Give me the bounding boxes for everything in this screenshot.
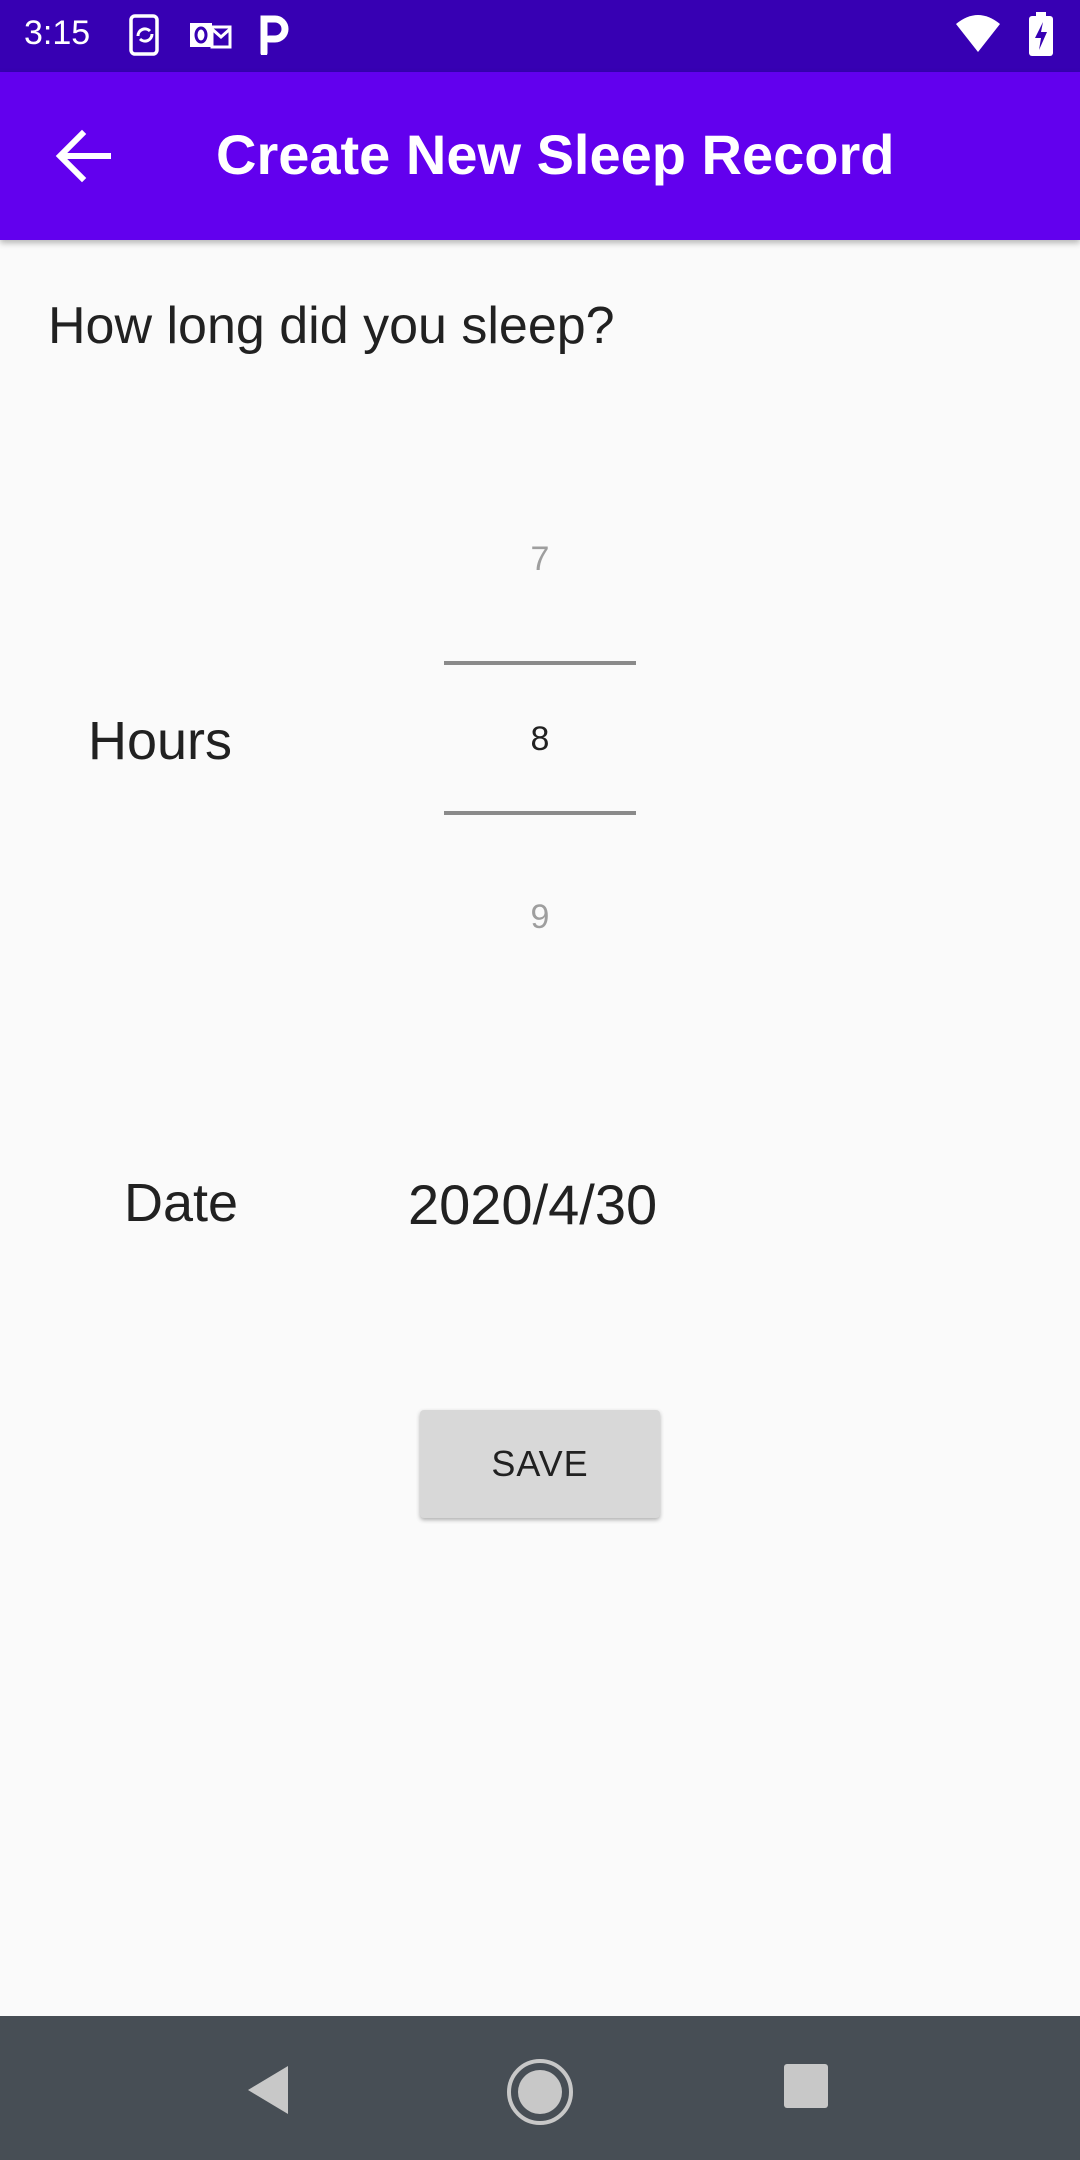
status-bar: 3:15 [0, 0, 1080, 72]
nav-back-icon[interactable] [240, 2060, 300, 2120]
picker-selected-value[interactable]: 8 [444, 720, 636, 759]
save-button[interactable]: SAVE [420, 1410, 660, 1518]
hours-number-picker[interactable]: 7 8 9 [444, 520, 636, 940]
nav-home-icon[interactable] [504, 2056, 576, 2128]
picker-divider-top [444, 661, 636, 665]
status-icons-right [954, 12, 1054, 61]
picker-previous-value[interactable]: 7 [444, 540, 636, 579]
phone-sync-icon [128, 14, 162, 61]
status-icons-left [128, 14, 290, 61]
arrow-back-icon[interactable] [46, 116, 126, 196]
status-time: 3:15 [24, 14, 91, 52]
hours-label: Hours [88, 711, 233, 771]
parking-icon [258, 15, 290, 60]
picker-next-value[interactable]: 9 [444, 898, 636, 937]
navigation-bar [0, 2016, 1080, 2160]
sleep-question: How long did you sleep? [48, 297, 615, 355]
wifi-icon [954, 14, 1002, 59]
date-value[interactable]: 2020/4/30 [408, 1172, 657, 1237]
date-label: Date [124, 1173, 239, 1233]
page-title: Create New Sleep Record [216, 123, 895, 186]
picker-divider-bottom [444, 811, 636, 815]
app-bar: Create New Sleep Record [0, 72, 1080, 240]
outlook-icon [188, 17, 232, 58]
nav-recents-icon[interactable] [782, 2062, 830, 2110]
battery-charging-icon [1028, 12, 1054, 61]
